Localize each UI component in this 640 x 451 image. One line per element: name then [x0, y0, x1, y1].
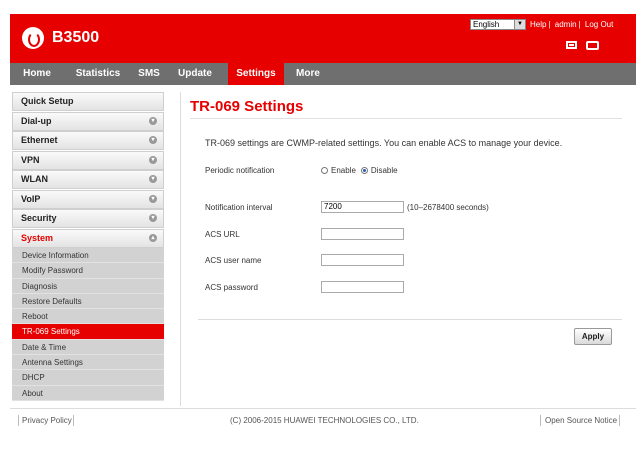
sidebar-subitem-about[interactable]: About — [12, 386, 164, 401]
sidebar-subitem-diagnosis[interactable]: Diagnosis — [12, 279, 164, 294]
sidebar-item-wlan[interactable]: WLAN ▾ — [12, 170, 164, 189]
apply-button[interactable]: Apply — [574, 328, 612, 345]
nav-settings[interactable]: Settings — [228, 63, 284, 85]
title-divider — [190, 118, 622, 119]
chevron-down-icon: ▾ — [149, 214, 157, 222]
copyright-text: (C) 2006-2015 HUAWEI TECHNOLOGIES CO., L… — [230, 416, 419, 425]
sidebar-item-voip[interactable]: VoIP ▾ — [12, 189, 164, 209]
periodic-notification-radios: Enable Disable — [321, 166, 398, 175]
chevron-up-icon: ▴ — [149, 233, 157, 242]
sidebar: Quick Setup Dial-up ▾ Ethernet ▾ VPN ▾ WLAN… — [12, 92, 164, 401]
sidebar-subitem-reboot[interactable]: Reboot — [12, 309, 164, 325]
open-source-notice-link[interactable]: Open Source Notice — [545, 416, 617, 425]
chevron-down-icon: ▾ — [149, 155, 157, 164]
acs-username-label: ACS user name — [205, 256, 262, 265]
sim-card-icon[interactable] — [566, 41, 577, 49]
page-title: TR-069 Settings — [190, 98, 304, 115]
sidebar-subitem-device-information[interactable]: Device Information — [12, 248, 164, 264]
chevron-down-icon: ▾ — [149, 136, 157, 144]
sidebar-item-dial-up[interactable]: Dial-up ▾ — [12, 111, 164, 131]
notification-interval-hint: (10–2678400 seconds) — [407, 203, 489, 212]
sidebar-subitem-date-time[interactable]: Date & Time — [12, 340, 164, 356]
sidebar-subitem-tr069-settings[interactable]: TR-069 Settings — [12, 324, 164, 340]
logout-link[interactable]: Log Out — [585, 20, 613, 29]
form-divider — [198, 319, 622, 320]
sidebar-item-system[interactable]: System ▴ — [12, 228, 164, 248]
notification-interval-input[interactable]: 7200 — [321, 201, 404, 213]
enable-radio[interactable] — [321, 167, 328, 174]
footer-divider — [10, 408, 636, 409]
sidebar-item-quick-setup[interactable]: Quick Setup — [12, 92, 164, 111]
nav-sms[interactable]: SMS — [132, 63, 166, 85]
nav-home[interactable]: Home — [14, 63, 60, 85]
disable-label: Disable — [370, 166, 398, 175]
language-select[interactable]: English ▼ — [470, 19, 526, 30]
top-links: Help | admin | Log Out — [530, 20, 614, 29]
username-label: admin — [554, 20, 577, 29]
notification-interval-label: Notification interval — [205, 203, 273, 212]
sidebar-subitem-restore-defaults[interactable]: Restore Defaults — [12, 294, 164, 310]
help-link[interactable]: Help — [530, 20, 546, 29]
disable-radio[interactable] — [360, 167, 368, 174]
vodafone-logo-icon — [22, 27, 44, 49]
sidebar-subitem-dhcp[interactable]: DHCP — [12, 370, 164, 386]
sidebar-subitem-antenna-settings[interactable]: Antenna Settings — [12, 355, 164, 371]
nav-more[interactable]: More — [288, 63, 328, 85]
enable-label: Enable — [331, 166, 356, 175]
intro-text: TR-069 settings are CWMP-related setting… — [205, 138, 563, 148]
sidebar-item-security[interactable]: Security ▾ — [12, 209, 164, 228]
nav-statistics[interactable]: Statistics — [66, 63, 130, 85]
periodic-notification-label: Periodic notification — [205, 166, 275, 175]
system-submenu: Device Information Modify Password Diagn… — [12, 248, 164, 401]
nav-update[interactable]: Update — [172, 63, 218, 85]
chevron-down-icon: ▾ — [149, 116, 157, 125]
acs-username-input[interactable] — [321, 254, 404, 266]
acs-url-input[interactable] — [321, 228, 404, 240]
privacy-policy-link[interactable]: Privacy Policy — [22, 416, 72, 425]
main-nav: Home Statistics SMS Update Settings More — [10, 63, 636, 85]
language-value: English — [473, 20, 500, 29]
sidebar-item-vpn[interactable]: VPN ▾ — [12, 150, 164, 170]
acs-password-input[interactable] — [321, 281, 404, 293]
chevron-down-icon: ▾ — [149, 175, 157, 183]
acs-url-label: ACS URL — [205, 230, 240, 239]
acs-password-label: ACS password — [205, 283, 258, 292]
device-model-title: B3500 — [52, 29, 100, 46]
chevron-down-icon[interactable]: ▼ — [514, 20, 525, 29]
sidebar-item-ethernet[interactable]: Ethernet ▾ — [12, 131, 164, 150]
monitor-icon[interactable] — [586, 41, 599, 50]
sidebar-subitem-modify-password[interactable]: Modify Password — [12, 263, 164, 279]
content-divider — [180, 92, 181, 406]
chevron-down-icon: ▾ — [149, 194, 157, 203]
